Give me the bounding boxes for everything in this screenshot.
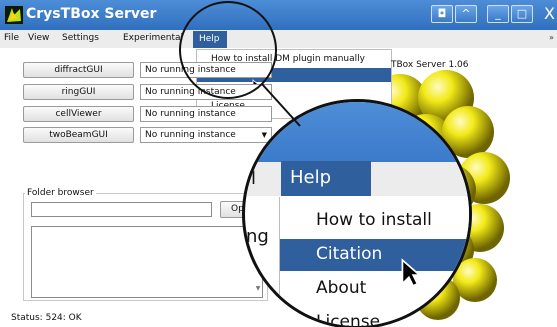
menu-bar: File View Settings Experimental (0, 30, 557, 48)
ringgui-button[interactable]: ringGUI (23, 84, 134, 100)
maximize-button[interactable]: □ (511, 5, 533, 23)
minimize-button[interactable]: _ (487, 5, 509, 23)
instance-label: No running instance (145, 130, 236, 140)
magnified-help-menu: How to install Citation About License (279, 197, 469, 327)
magnified-combo-fragment: ing (242, 226, 269, 247)
twobeamgui-button[interactable]: twoBeamGUI (23, 127, 134, 143)
instance-label: No running instance (145, 65, 236, 75)
folder-file-list[interactable] (31, 226, 263, 298)
magnified-title-bar (245, 102, 469, 162)
menu-overflow-icon[interactable]: » (549, 33, 554, 42)
cellviewer-button[interactable]: cellViewer (23, 106, 134, 122)
magnified-item-citation: Citation (280, 239, 469, 271)
close-button[interactable]: X (544, 4, 555, 23)
title-bar: CrysTBox Server ◘ ^ _ □ X (0, 0, 557, 30)
menu-file[interactable]: File (4, 33, 19, 43)
magnified-arrow-cursor-icon (401, 258, 422, 288)
restore-button[interactable]: ◘ (431, 5, 453, 23)
menu-settings[interactable]: Settings (62, 33, 99, 43)
magnified-menu-help: Help (281, 161, 371, 196)
folder-path-input[interactable] (31, 202, 212, 217)
magnified-item-license: License (316, 312, 381, 327)
magnified-item-install: How to install (316, 210, 432, 230)
window-title: CrysTBox Server (26, 6, 157, 22)
instance-label: No running instance (145, 109, 236, 119)
status-code: 524: OK (45, 313, 82, 323)
magnified-item-about: About (316, 278, 367, 298)
magnifier-lens: l Help ing How to install Citation About… (242, 99, 472, 327)
menu-view[interactable]: View (28, 33, 49, 43)
diffractgui-button[interactable]: diffractGUI (23, 62, 134, 78)
app-icon (5, 6, 23, 24)
instance-label: No running instance (145, 87, 236, 97)
ringgui-instance-select[interactable]: No running instance (140, 84, 272, 100)
status-bar: Status: 524: OK (11, 313, 82, 323)
server-version-label: TBox Server 1.06 (391, 60, 469, 70)
folder-browser-title: Folder browser (25, 188, 96, 198)
diffractgui-instance-select[interactable]: No running instance (140, 62, 272, 78)
roll-up-button[interactable]: ^ (455, 5, 477, 23)
status-label: Status: (11, 313, 43, 323)
menu-help[interactable]: Help (193, 31, 227, 48)
magnified-menu-fragment: l (251, 168, 257, 189)
scroll-down-arrow-icon[interactable]: ▼ (254, 285, 262, 295)
menu-experimental[interactable]: Experimental (123, 33, 183, 43)
